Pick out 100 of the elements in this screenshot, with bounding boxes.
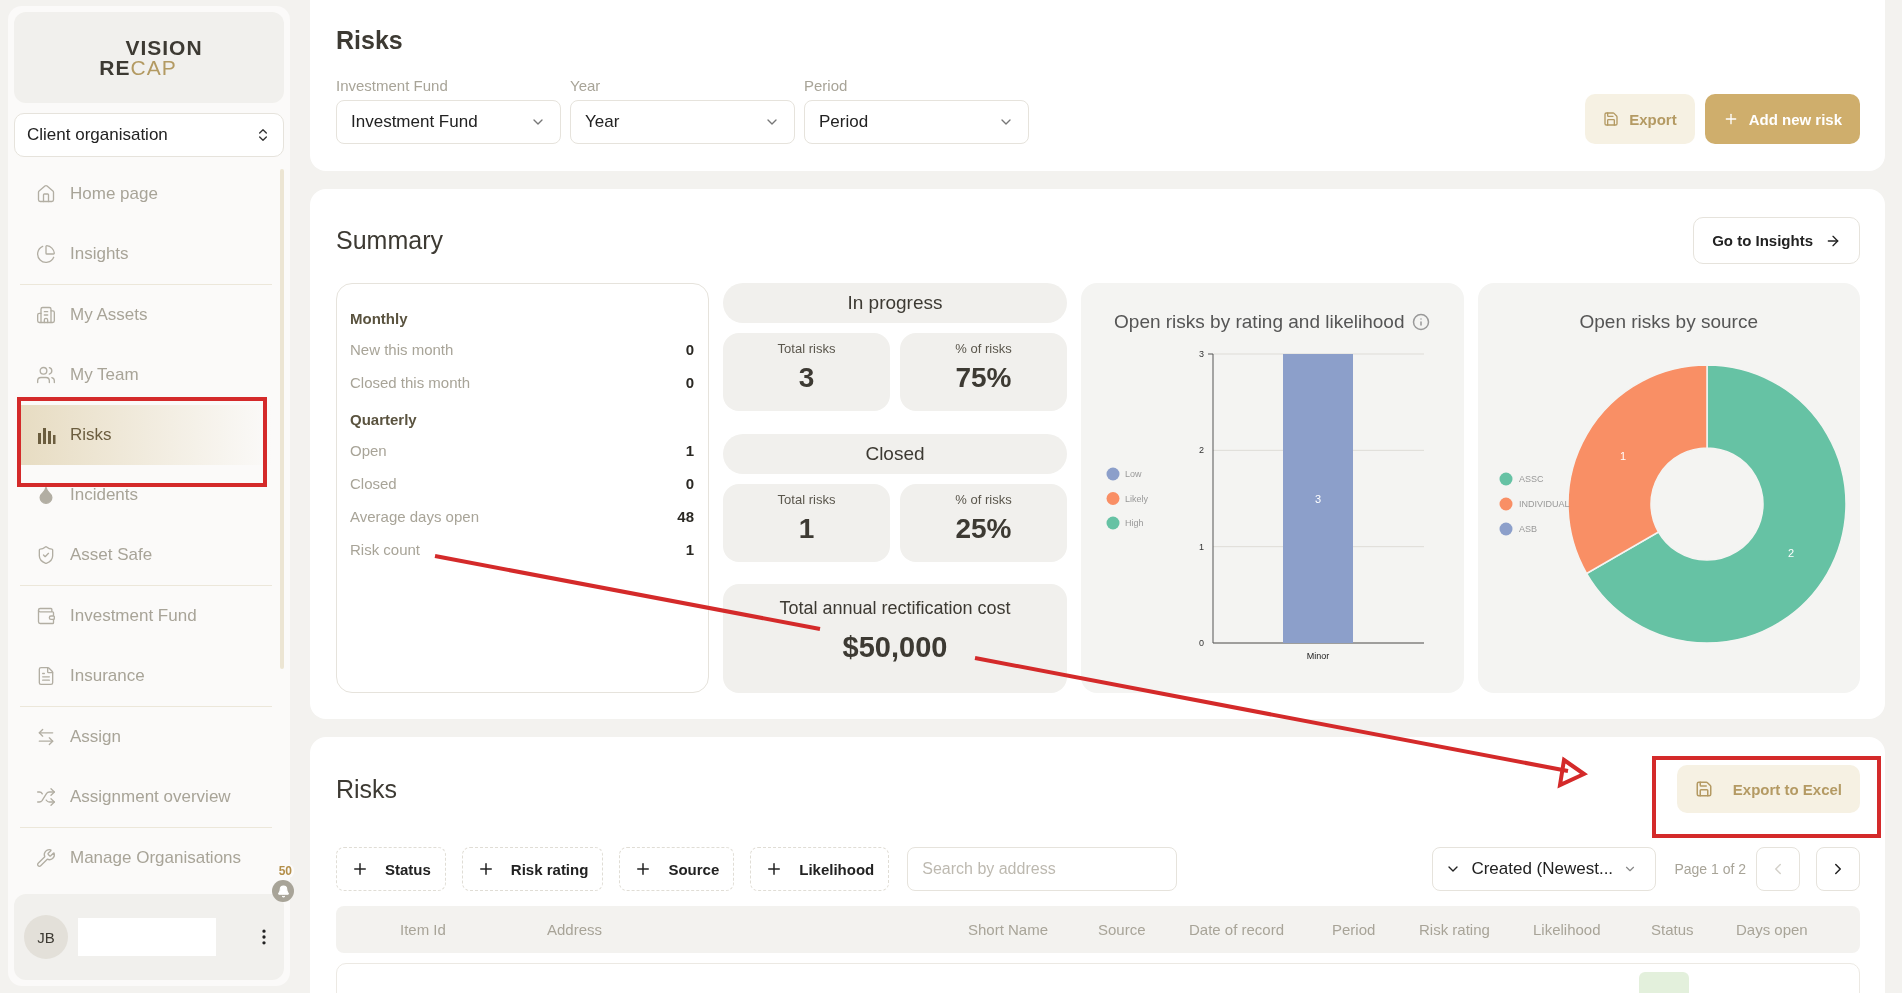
legend-label: INDIVIDUAL <box>1518 499 1570 509</box>
slice-value-label: 1 <box>1619 449 1626 462</box>
column-header: Likelihood <box>1533 921 1602 938</box>
category-label: Minor <box>1306 651 1329 661</box>
nav-item[interactable]: Manage Organisations <box>20 828 272 888</box>
stat-label: New this month <box>350 341 454 358</box>
status-heading: Closed <box>723 434 1067 474</box>
home-icon <box>36 184 56 204</box>
filter-select[interactable]: Period <box>804 100 1029 144</box>
chart-title: Open risks by source <box>1579 311 1758 333</box>
legend-label: High <box>1124 518 1144 528</box>
stat-label: Closed this month <box>350 374 471 391</box>
tile-label: % of risks <box>955 492 1012 507</box>
stat-label: Average days open <box>350 508 479 525</box>
pie-chart-icon <box>36 244 56 264</box>
stats-heading: Monthly <box>350 310 409 327</box>
axis-tick-label: 2 <box>1198 445 1204 456</box>
document-icon <box>36 666 56 686</box>
status-heading: In progress <box>723 283 1067 323</box>
filter-label: Year <box>570 77 602 94</box>
cost-value: $50,000 <box>842 631 948 664</box>
table-row[interactable] <box>336 963 1860 993</box>
section-title: Summary <box>336 226 443 255</box>
nav-item[interactable]: Assignment overview <box>20 767 272 827</box>
tile-label: Total risks <box>777 341 836 356</box>
legend-label: Low <box>1124 469 1142 479</box>
users-icon <box>36 365 56 385</box>
building-icon <box>36 305 56 325</box>
section-title: Risks <box>336 774 398 804</box>
nav-item[interactable]: My Team <box>20 345 272 405</box>
cost-label: Total annual rectification cost <box>779 598 1011 619</box>
status-badge <box>1639 972 1689 993</box>
stat-label: Open <box>350 442 387 459</box>
stat-value: 0 <box>685 341 694 358</box>
scrollbar[interactable] <box>280 169 284 669</box>
notification-bell-icon[interactable] <box>272 880 294 902</box>
column-header: Source <box>1098 921 1147 938</box>
nav-item[interactable]: Investment Fund <box>20 586 272 646</box>
filter-select[interactable]: Year <box>570 100 795 144</box>
stat-value: 1 <box>685 442 694 459</box>
axis-tick-label: 1 <box>1198 541 1204 552</box>
axis-tick-label: 3 <box>1198 349 1204 359</box>
info-icon[interactable] <box>1412 313 1431 331</box>
next-page-button[interactable] <box>1816 847 1860 891</box>
filter-button[interactable]: Likelihood <box>750 847 890 891</box>
stat-value: 1 <box>685 541 694 558</box>
axis-tick-label: 0 <box>1198 638 1204 648</box>
previous-page-button[interactable] <box>1756 847 1800 891</box>
chart-title: Open risks by rating and likelihood <box>1114 311 1405 333</box>
legend-label: ASB <box>1518 524 1537 534</box>
search-field[interactable]: Search by address <box>907 847 1178 891</box>
stat-value: 0 <box>685 475 694 492</box>
nav-item[interactable]: Insights <box>20 224 272 284</box>
wallet-icon <box>36 606 56 626</box>
tile-label: % of risks <box>955 341 1012 356</box>
page-indicator: Page 1 of 2 <box>1674 861 1746 877</box>
stat-label: Risk count <box>350 541 421 558</box>
column-header: Address <box>547 921 604 938</box>
bar-value-label: 3 <box>1314 492 1321 505</box>
filter-button[interactable]: Risk rating <box>461 847 604 891</box>
filter-label: Period <box>804 77 849 94</box>
stat-label: Closed <box>350 475 397 492</box>
nav-item[interactable]: My Assets <box>20 285 272 345</box>
bar-chart-icon <box>36 425 56 445</box>
column-header: Risk rating <box>1419 921 1491 938</box>
stats-heading: Quarterly <box>350 411 418 428</box>
column-header: Short Name <box>968 921 1050 938</box>
wrench-icon <box>36 848 56 868</box>
export-excel-button[interactable]: Export to Excel <box>1676 765 1860 813</box>
tile-value: 25% <box>955 513 1012 545</box>
insights-button[interactable]: Go to Insights <box>1693 217 1860 264</box>
stat-value: 48 <box>677 508 694 525</box>
export-button[interactable]: Export <box>1585 94 1695 144</box>
column-header: Date of record <box>1189 921 1286 938</box>
logo: VISION RECAP <box>14 12 284 103</box>
nav-item[interactable]: Incidents <box>20 465 272 525</box>
page-title: Risks <box>336 26 404 55</box>
nav-item[interactable]: Assign <box>20 707 272 767</box>
shuffle-icon <box>36 787 56 807</box>
filter-button[interactable]: Status <box>336 847 446 891</box>
filter-label: Investment Fund <box>336 77 449 94</box>
nav-item[interactable]: Asset Safe <box>20 525 272 585</box>
column-header: Status <box>1651 921 1695 938</box>
swap-arrows-icon <box>36 727 56 747</box>
nav-item[interactable]: Home page <box>20 164 272 224</box>
legend-label: ASSC <box>1518 474 1544 484</box>
shield-check-icon <box>36 545 56 565</box>
nav-item[interactable]: Insurance <box>20 646 272 706</box>
stat-value: 0 <box>685 374 694 391</box>
avatar[interactable]: JB <box>24 915 68 959</box>
filter-select[interactable]: Investment Fund <box>336 100 561 144</box>
column-header: Item Id <box>400 921 447 938</box>
tile-value: 1 <box>798 513 815 545</box>
sort-select[interactable]: Created (Newest... <box>1432 847 1657 891</box>
tile-value: 3 <box>798 362 815 394</box>
legend-label: Likely <box>1124 493 1148 504</box>
add-button[interactable]: Add new risk <box>1704 94 1860 144</box>
filter-button[interactable]: Source <box>619 847 735 891</box>
slice-value-label: 2 <box>1787 546 1794 559</box>
organisation-select[interactable]: Client organisation <box>14 113 284 157</box>
